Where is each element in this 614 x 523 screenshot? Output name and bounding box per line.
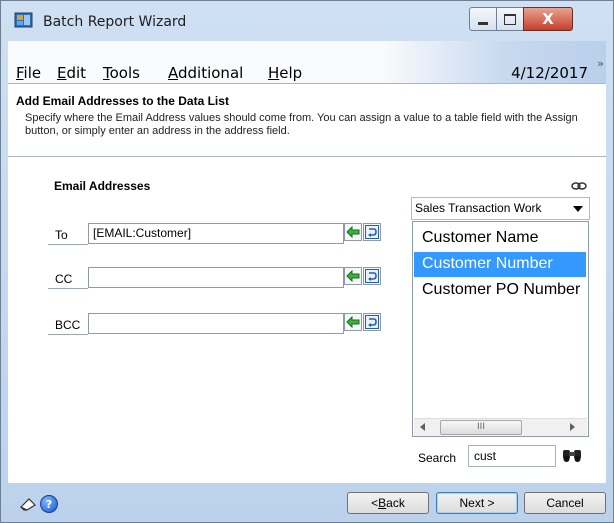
scroll-right-icon[interactable] xyxy=(570,423,575,431)
assign-arrow-icon xyxy=(346,226,360,238)
list-item-label: Customer Name xyxy=(422,229,539,246)
app-icon xyxy=(14,12,33,28)
maximize-icon xyxy=(504,13,516,25)
bcc-assign-button[interactable] xyxy=(344,313,362,331)
next-button[interactable]: Next > xyxy=(436,492,518,514)
link-icon[interactable] xyxy=(571,181,587,191)
window-title: Batch Report Wizard xyxy=(43,14,187,30)
bcc-label-text: BCC xyxy=(55,318,81,332)
menu-edit-label: dit xyxy=(66,64,87,82)
revert-icon xyxy=(365,225,379,239)
maximize-button[interactable] xyxy=(496,7,524,31)
revert-icon xyxy=(365,315,379,329)
scroll-left-icon[interactable] xyxy=(420,423,425,431)
overflow-chevron-icon[interactable]: » xyxy=(597,57,604,70)
menu-tools-accesskey: T xyxy=(103,64,110,82)
page-description: Specify where the Email Address values s… xyxy=(25,112,578,137)
menu-file-label: ile xyxy=(23,64,42,82)
menu-tools-label: ools xyxy=(109,64,140,82)
table-select-value: Sales Transaction Work xyxy=(415,201,542,215)
close-icon: X xyxy=(542,10,554,28)
table-select[interactable]: Sales Transaction Work xyxy=(411,197,590,220)
bcc-revert-button[interactable] xyxy=(363,313,381,331)
search-label: Search xyxy=(418,451,457,465)
scroll-thumb[interactable]: III xyxy=(440,420,522,435)
search-input[interactable]: cust xyxy=(468,445,556,467)
wizard-header: Add Email Addresses to the Data List Spe… xyxy=(8,84,606,157)
list-item[interactable]: Customer Name xyxy=(414,226,586,251)
menu-additional-accesskey: A xyxy=(168,64,178,82)
menu-help-accesskey: H xyxy=(268,64,280,82)
back-button[interactable]: < Back xyxy=(347,492,429,514)
to-label: To xyxy=(48,223,88,245)
to-revert-button[interactable] xyxy=(363,223,381,241)
cc-label-text: CC xyxy=(55,272,73,286)
help-icon[interactable]: ? xyxy=(40,495,58,513)
back-button-accesskey: B xyxy=(378,496,387,510)
menu-tools[interactable]: Tools xyxy=(103,64,140,82)
menu-bar: File Edit Tools Additional Help 4/12/201… xyxy=(8,41,606,84)
minimize-button[interactable] xyxy=(469,7,497,31)
page-title: Add Email Addresses to the Data List xyxy=(16,94,229,108)
bcc-field[interactable] xyxy=(88,313,344,334)
close-button[interactable]: X xyxy=(523,7,573,31)
cc-assign-button[interactable] xyxy=(344,267,362,285)
assign-arrow-icon xyxy=(346,316,360,328)
to-assign-button[interactable] xyxy=(344,223,362,241)
cc-label: CC xyxy=(48,267,88,289)
back-button-prefix: < xyxy=(371,496,379,510)
menu-additional-label: dditional xyxy=(178,64,244,82)
minimize-icon xyxy=(478,21,488,25)
assign-arrow-icon xyxy=(346,270,360,282)
revert-icon xyxy=(365,269,379,283)
list-item-selected[interactable]: Customer Number xyxy=(414,252,586,277)
cc-revert-button[interactable] xyxy=(363,267,381,285)
binoculars-icon[interactable] xyxy=(561,448,583,462)
menu-file-accesskey: F xyxy=(16,64,24,82)
to-field-value: [EMAIL:Customer] xyxy=(93,226,192,240)
title-bar[interactable]: Batch Report Wizard X xyxy=(1,1,613,41)
cancel-button[interactable]: Cancel xyxy=(524,492,606,514)
dropdown-arrow-icon xyxy=(573,206,583,212)
list-item-label: Customer PO Number xyxy=(422,281,581,298)
section-title: Email Addresses xyxy=(54,179,151,193)
cc-field[interactable] xyxy=(88,267,344,288)
wizard-content: Email Addresses To [EMAIL:Customer] CC B… xyxy=(8,157,606,483)
menu-help[interactable]: Help xyxy=(268,64,302,82)
horizontal-scrollbar[interactable]: III xyxy=(414,418,587,436)
search-input-value: cust xyxy=(474,449,497,463)
user-date[interactable]: 4/12/2017 xyxy=(511,64,588,82)
menu-edit[interactable]: Edit xyxy=(57,64,86,82)
menu-additional[interactable]: Additional xyxy=(168,64,243,82)
wizard-footer: ? < Back Next > Cancel xyxy=(8,483,606,521)
to-label-text: To xyxy=(55,228,68,242)
wizard-window: Batch Report Wizard X File Edit Tools Ad… xyxy=(0,0,614,523)
menu-help-label: elp xyxy=(279,64,303,82)
list-item-label: Customer Number xyxy=(422,255,553,272)
back-button-label: ack xyxy=(386,496,405,510)
to-field[interactable]: [EMAIL:Customer] xyxy=(88,223,344,244)
bcc-label: BCC xyxy=(48,313,88,335)
list-item[interactable]: Customer PO Number xyxy=(414,278,586,303)
fields-list[interactable]: Customer Name Customer Number Customer P… xyxy=(412,221,589,437)
menu-file[interactable]: File xyxy=(16,64,41,82)
note-icon[interactable] xyxy=(19,497,37,511)
